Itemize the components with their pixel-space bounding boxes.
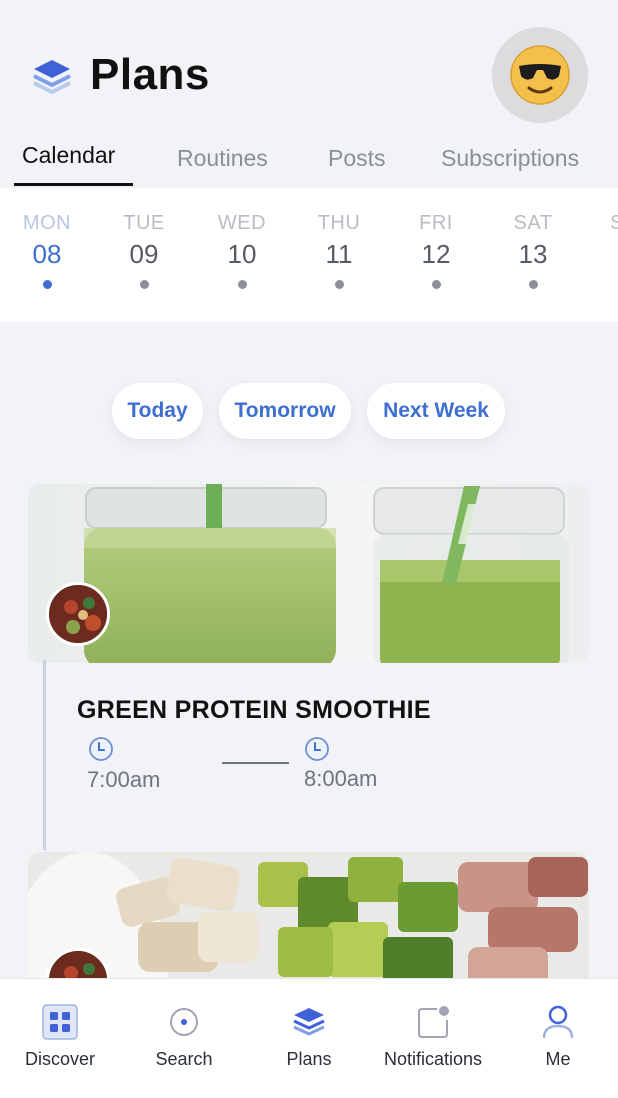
meal-image-smoothie[interactable] <box>28 484 589 663</box>
day-sat[interactable]: SAT 13 <box>498 212 568 289</box>
nav-label: Search <box>155 1049 213 1069</box>
nav-plans[interactable]: Plans <box>247 979 371 1098</box>
day-number: 13 <box>518 239 548 269</box>
clock-icon <box>305 737 329 761</box>
day-name: WED <box>217 212 267 234</box>
event-dot <box>42 280 52 289</box>
meal-thumbnail <box>46 582 110 646</box>
day-name: SUN <box>610 212 618 234</box>
day-number: 10 <box>227 239 257 269</box>
nav-notifications[interactable]: Notifications <box>371 979 495 1098</box>
event-dot <box>431 280 441 289</box>
grid-icon <box>42 1004 78 1040</box>
filter-tomorrow-button[interactable]: Tomorrow <box>219 383 351 439</box>
day-name: FRI <box>419 212 453 234</box>
user-icon <box>542 1005 574 1039</box>
notification-icon <box>418 1006 449 1038</box>
layers-icon <box>293 1008 325 1036</box>
day-fri[interactable]: FRI 12 <box>401 212 471 289</box>
day-wed[interactable]: WED 10 <box>207 212 277 289</box>
day-number: 08 <box>32 239 62 269</box>
day-tue[interactable]: TUE 09 <box>109 212 179 289</box>
nav-label: Plans <box>286 1049 332 1069</box>
nav-label: Notifications <box>383 1049 483 1069</box>
clock-icon <box>89 737 113 761</box>
day-number: 11 <box>325 239 353 269</box>
timeline-line <box>43 660 46 850</box>
bottom-nav: Discover Search Plans Notifications Me <box>0 978 618 1098</box>
day-number: 09 <box>129 239 159 269</box>
day-name: MON <box>22 212 72 234</box>
nav-me[interactable]: Me <box>496 979 618 1098</box>
avatar[interactable] <box>492 27 588 123</box>
nav-search[interactable]: Search <box>122 979 246 1098</box>
sunglasses-emoji-icon <box>510 45 570 105</box>
event-dot <box>334 280 344 289</box>
filter-next-week-button[interactable]: Next Week <box>367 383 505 439</box>
day-sun[interactable]: SUN <box>574 212 618 235</box>
end-time: 8:00am <box>304 766 378 791</box>
day-number: 12 <box>421 239 451 269</box>
day-thu[interactable]: THU 11 <box>304 212 374 289</box>
page-title: Plans <box>90 50 210 99</box>
day-name: THU <box>317 212 361 234</box>
meal-image-salad[interactable] <box>28 852 589 992</box>
week-strip: MON 08 TUE 09 WED 10 THU 11 FRI 12 SAT 1… <box>0 188 618 322</box>
header: Plans Calendar Routines Posts Subscripti… <box>0 0 618 188</box>
day-name: SAT <box>513 212 553 234</box>
nav-label: Discover <box>24 1049 95 1069</box>
day-mon[interactable]: MON 08 <box>12 212 82 289</box>
day-name: TUE <box>123 212 165 234</box>
tab-bar: Calendar Routines Posts Subscriptions <box>0 138 618 188</box>
nav-discover[interactable]: Discover <box>0 979 122 1098</box>
layers-icon <box>33 60 71 94</box>
event-dot <box>237 280 247 289</box>
active-tab-indicator <box>14 183 133 186</box>
salad-photo <box>28 852 589 992</box>
nav-label: Me <box>545 1049 571 1069</box>
event-dot <box>139 280 149 289</box>
meal-title: GREEN PROTEIN SMOOTHIE <box>77 696 431 724</box>
filter-today-button[interactable]: Today <box>112 383 203 439</box>
search-icon <box>170 1008 198 1036</box>
time-separator <box>222 762 289 764</box>
start-time: 7:00am <box>87 767 161 792</box>
event-dot <box>528 280 538 289</box>
smoothie-photo <box>28 484 589 663</box>
